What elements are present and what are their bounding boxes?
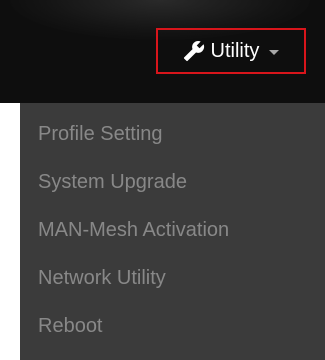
menu-item-system-upgrade[interactable]: System Upgrade (20, 162, 325, 210)
wrench-icon (183, 40, 205, 62)
utility-dropdown-toggle[interactable]: Utility (156, 28, 306, 74)
menu-item-network-utility[interactable]: Network Utility (20, 258, 325, 306)
menu-item-profile-setting[interactable]: Profile Setting (20, 114, 325, 162)
navbar: Utility (0, 0, 325, 103)
menu-item-reboot[interactable]: Reboot (20, 306, 325, 354)
utility-label: Utility (210, 39, 260, 62)
caret-down-icon (269, 50, 280, 55)
menu-item-man-mesh-activation[interactable]: MAN-Mesh Activation (20, 210, 325, 258)
utility-menu-screenshot: Utility Profile Setting System Upgrade M… (0, 0, 325, 360)
utility-dropdown-menu: Profile Setting System Upgrade MAN-Mesh … (20, 103, 325, 360)
